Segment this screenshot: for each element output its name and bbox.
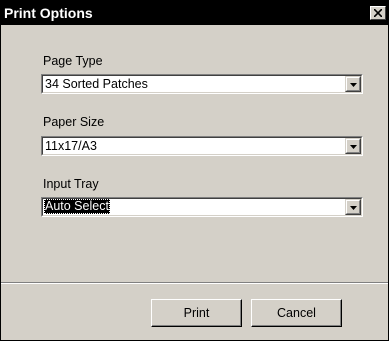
print-options-dialog: Print Options Page Type 34 Sorted Patche…: [0, 0, 389, 341]
chevron-down-icon: [350, 145, 357, 149]
paper-size-label: Paper Size: [43, 115, 105, 129]
chevron-down-icon: [350, 206, 357, 210]
input-tray-label: Input Tray: [43, 177, 99, 191]
chevron-down-icon: [350, 83, 357, 87]
print-button[interactable]: Print: [151, 299, 242, 327]
paper-size-dropdown-button[interactable]: [345, 138, 361, 154]
page-type-label: Page Type: [43, 54, 103, 68]
page-type-select[interactable]: 34 Sorted Patches: [41, 74, 363, 94]
button-separator: [1, 282, 388, 284]
dialog-title: Print Options: [4, 5, 93, 21]
paper-size-value: 11x17/A3: [45, 139, 97, 153]
input-tray-dropdown-button[interactable]: [345, 199, 361, 215]
title-bar[interactable]: Print Options: [1, 1, 388, 25]
close-icon: [374, 9, 382, 17]
input-tray-value: Auto Select: [44, 199, 110, 214]
paper-size-select[interactable]: 11x17/A3: [41, 136, 363, 156]
cancel-button[interactable]: Cancel: [251, 299, 342, 327]
close-button[interactable]: [370, 6, 386, 20]
page-type-dropdown-button[interactable]: [345, 76, 361, 92]
page-type-value: 34 Sorted Patches: [45, 77, 148, 91]
input-tray-select[interactable]: Auto Select: [41, 197, 363, 217]
